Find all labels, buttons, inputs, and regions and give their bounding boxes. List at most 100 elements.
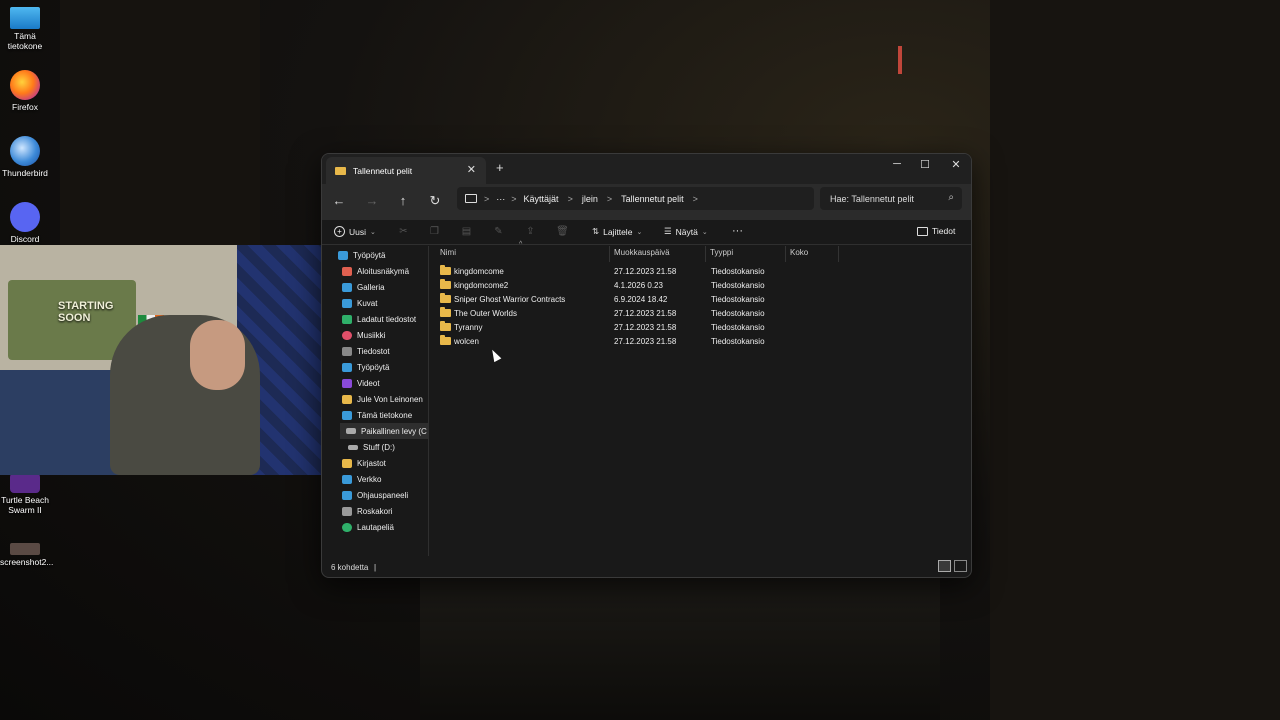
back-arrow-icon[interactable]: ← xyxy=(330,193,348,208)
maximize-button[interactable]: ☐ xyxy=(915,158,935,171)
nav-item-drive-d[interactable]: Stuff (D:) xyxy=(348,439,395,455)
item-count: 6 kohdetta xyxy=(331,563,369,572)
pictures-icon xyxy=(342,298,352,308)
file-name: Sniper Ghost Warrior Contracts xyxy=(454,295,566,304)
minimize-button[interactable]: ─ xyxy=(887,158,907,170)
webcam-overlay: STARTING SOON xyxy=(0,245,338,475)
status-divider: | xyxy=(374,563,377,572)
navigation-pane: Työpöytä Aloitusnäkymä Galleria Kuvat La… xyxy=(322,246,429,556)
file-name: The Outer Worlds xyxy=(454,309,517,318)
details-button-label: Tiedot xyxy=(932,226,956,236)
turtle-beach-icon xyxy=(10,473,40,493)
file-date: 27.12.2023 21.58 xyxy=(614,323,677,332)
nav-item-pictures[interactable]: Kuvat xyxy=(342,295,377,311)
forward-arrow-icon[interactable]: → xyxy=(363,193,381,208)
share-icon[interactable]: ⇪ xyxy=(524,226,537,239)
nav-item-user-folder[interactable]: Jule Von Leinonen xyxy=(342,391,423,407)
nav-item-videos[interactable]: Videot xyxy=(342,375,380,391)
network-icon xyxy=(342,474,352,484)
nav-item-this-pc[interactable]: Tämä tietokone xyxy=(342,407,412,423)
libraries-icon xyxy=(342,458,352,468)
desktop-icon-turtle-beach[interactable]: Turtle Beach Swarm II xyxy=(0,473,50,515)
drive-icon xyxy=(348,444,358,450)
nav-label: Paikallinen levy (C xyxy=(361,426,427,436)
breadcrumb-tallennetut-pelit[interactable]: Tallennetut pelit xyxy=(621,194,684,204)
nav-item-desktop[interactable]: Työpöytä xyxy=(338,247,385,263)
search-input[interactable]: Hae: Tallennetut pelit ⌕ xyxy=(820,187,962,210)
title-bar: Tallennetut pelit ✕ + ─ ☐ ✕ xyxy=(322,154,971,184)
close-tab-icon[interactable]: ✕ xyxy=(467,163,476,176)
up-arrow-icon[interactable]: ↑ xyxy=(394,193,412,208)
file-row[interactable]: kingdomcome 27.12.2023 21.58 Tiedostokan… xyxy=(433,265,963,280)
close-window-button[interactable]: ✕ xyxy=(946,158,966,171)
discord-icon xyxy=(10,202,40,232)
desktop-icon-firefox[interactable]: Firefox xyxy=(0,70,50,112)
file-row[interactable]: The Outer Worlds 27.12.2023 21.58 Tiedos… xyxy=(433,307,963,322)
desktop-icon-label: Tämä tietokone xyxy=(7,31,43,51)
large-icons-view-icon[interactable] xyxy=(954,560,967,572)
file-date: 27.12.2023 21.58 xyxy=(614,337,677,346)
file-row[interactable]: wolcen 27.12.2023 21.58 Tiedostokansio xyxy=(433,335,963,350)
desktop-icon-screenshot[interactable]: screenshot2... xyxy=(0,543,53,567)
desktop-icon-thunderbird[interactable]: Thunderbird xyxy=(0,136,50,178)
desktop-icon-this-pc[interactable]: Tämä tietokone xyxy=(0,7,50,51)
nav-item-control-panel[interactable]: Ohjauspaneeli xyxy=(342,487,408,503)
command-bar: + Uusi ⌄ ✂ ❐ ▤ ✎ ⇪ 🗑 ⇅ Lajittele ⌄ ☰ Näy… xyxy=(322,220,971,245)
new-button[interactable]: + Uusi ⌄ xyxy=(334,226,376,237)
nav-item-documents[interactable]: Tiedostot xyxy=(342,343,390,359)
column-header-type[interactable]: Tyyppi xyxy=(706,246,786,262)
file-row[interactable]: Sniper Ghost Warrior Contracts 6.9.2024 … xyxy=(433,293,963,308)
tab-tallennetut-pelit[interactable]: Tallennetut pelit ✕ xyxy=(326,157,486,184)
breadcrumb-jlein[interactable]: jlein xyxy=(582,194,598,204)
file-date: 27.12.2023 21.58 xyxy=(614,267,677,276)
nav-item-gallery[interactable]: Galleria xyxy=(342,279,385,295)
cut-icon[interactable]: ✂ xyxy=(397,226,410,239)
copy-icon[interactable]: ❐ xyxy=(428,226,441,239)
file-row[interactable]: Tyranny 27.12.2023 21.58 Tiedostokansio xyxy=(433,321,963,336)
column-header-name[interactable]: Nimi xyxy=(436,246,610,262)
address-bar[interactable]: > ··· > Käyttäjät > jlein > Tallennetut … xyxy=(457,187,814,210)
breadcrumb-kayttajat[interactable]: Käyttäjät xyxy=(524,194,559,204)
breadcrumb-more[interactable]: ··· xyxy=(496,194,505,204)
new-tab-button[interactable]: + xyxy=(496,160,504,175)
delete-icon[interactable]: 🗑 xyxy=(556,226,569,239)
nav-label: Kuvat xyxy=(357,298,378,308)
column-header-date[interactable]: Muokkauspäivä xyxy=(610,246,706,262)
desktop-icon-discord[interactable]: Discord xyxy=(0,202,50,244)
nav-label: Galleria xyxy=(357,282,385,292)
view-button[interactable]: ☰ Näytä ⌄ xyxy=(664,226,708,237)
file-date: 4.1.2026 0.23 xyxy=(614,281,663,290)
background-building-left xyxy=(60,0,260,245)
paste-icon[interactable]: ▤ xyxy=(460,226,473,239)
nav-item-board-games[interactable]: Lautapeliä xyxy=(342,519,394,535)
details-pane-button[interactable]: Tiedot xyxy=(917,226,955,236)
nav-item-desktop-2[interactable]: Työpöytä xyxy=(342,359,389,375)
nav-item-network[interactable]: Verkko xyxy=(342,471,381,487)
refresh-icon[interactable]: ↻ xyxy=(426,193,444,209)
nav-label: Tämä tietokone xyxy=(357,410,413,420)
file-type: Tiedostokansio xyxy=(711,323,765,332)
column-header-size[interactable]: Koko xyxy=(786,246,839,262)
background-building-right xyxy=(990,0,1280,720)
chevron-down-icon: ⌄ xyxy=(370,228,376,236)
sort-button[interactable]: ⇅ Lajittele ⌄ xyxy=(592,226,642,237)
nav-label: Työpöytä xyxy=(353,250,386,260)
desktop-icon-label: Thunderbird xyxy=(2,168,48,178)
nav-item-recycle-bin[interactable]: Roskakori xyxy=(342,503,393,519)
details-view-icon[interactable] xyxy=(938,560,951,572)
file-name: kingdomcome2 xyxy=(454,281,509,290)
file-type: Tiedostokansio xyxy=(711,309,765,318)
nav-item-downloads[interactable]: Ladatut tiedostot xyxy=(342,311,416,327)
nav-item-local-disk-c[interactable]: Paikallinen levy (C xyxy=(340,423,428,439)
rename-icon[interactable]: ✎ xyxy=(492,226,505,239)
file-row[interactable]: kingdomcome2 4.1.2026 0.23 Tiedostokansi… xyxy=(433,279,963,294)
board-games-icon xyxy=(342,522,352,532)
nav-label: Lautapeliä xyxy=(357,522,394,532)
chevron-down-icon: ⌄ xyxy=(701,228,708,236)
nav-item-home[interactable]: Aloitusnäkymä xyxy=(342,263,409,279)
file-type: Tiedostokansio xyxy=(711,295,765,304)
nav-item-music[interactable]: Musiikki xyxy=(342,327,385,343)
nav-item-libraries[interactable]: Kirjastot xyxy=(342,455,386,471)
more-options-button[interactable]: ··· xyxy=(732,225,743,237)
recycle-bin-icon xyxy=(342,506,352,516)
